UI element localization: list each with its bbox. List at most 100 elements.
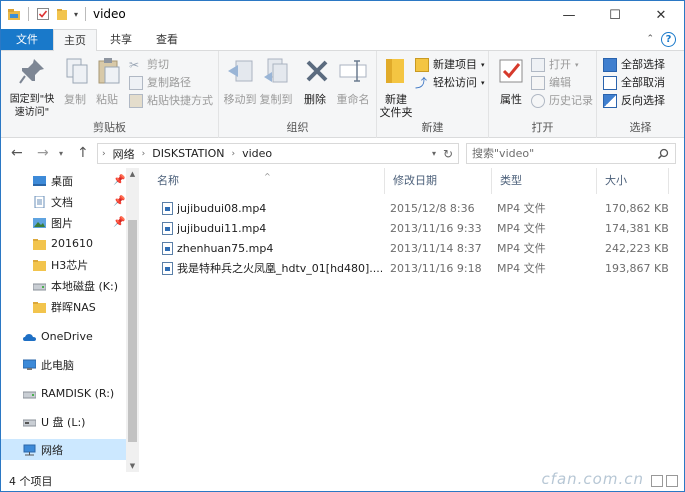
tab-home[interactable]: 主页 xyxy=(53,29,97,51)
nav-scrollbar[interactable]: ▲ ▼ xyxy=(126,168,139,472)
nav-item-this-pc[interactable]: 此电脑 xyxy=(1,354,126,375)
column-header-size[interactable]: 大小 xyxy=(597,168,669,194)
close-button[interactable]: ✕ xyxy=(638,1,684,29)
pin-icon[interactable]: 📌 xyxy=(113,175,125,186)
history-button[interactable]: 历史记录 xyxy=(531,92,593,110)
search-icon[interactable] xyxy=(657,148,669,160)
edit-label: 编辑 xyxy=(549,76,571,89)
column-header-type[interactable]: 类型 xyxy=(492,168,597,194)
scroll-up-icon[interactable]: ▲ xyxy=(126,170,139,178)
open-label: 打开 xyxy=(549,58,571,71)
view-switcher xyxy=(651,475,678,487)
invert-selection-button[interactable]: 反向选择 xyxy=(603,92,665,110)
nav-item-synology-nas[interactable]: 群晖NAS xyxy=(1,296,126,317)
search-input[interactable]: 搜索"video" xyxy=(466,143,676,164)
nav-item-label: RAMDISK (R:) xyxy=(41,387,115,400)
pin-icon[interactable]: 📌 xyxy=(113,196,125,207)
copy-path-icon xyxy=(129,76,143,90)
table-row[interactable]: zhenhuan75.mp4 2013/11/14 8:37 MP4 文件 24… xyxy=(149,238,669,259)
rename-button[interactable]: 重命名 xyxy=(333,55,373,106)
easy-access-button[interactable]: ⤴ 轻松访问 ▾ xyxy=(415,74,485,92)
delete-button[interactable]: 删除 xyxy=(301,55,329,106)
new-folder-button[interactable]: 新建 文件夹 xyxy=(379,55,413,119)
nav-item-label: 本地磁盘 (K:) xyxy=(51,279,118,293)
table-row[interactable]: 我是特种兵之火凤凰_hdtv_01[hd480].... 2013/11/16 … xyxy=(149,258,669,279)
breadcrumb-video[interactable]: video xyxy=(239,147,275,160)
tab-share[interactable]: 共享 xyxy=(99,29,143,50)
tab-file[interactable]: 文件 xyxy=(1,29,53,50)
copy-to-icon xyxy=(264,58,288,83)
move-to-button[interactable]: 移动到 xyxy=(223,55,257,106)
breadcrumb-diskstation[interactable]: DISKSTATION xyxy=(149,147,227,160)
scroll-down-icon[interactable]: ▼ xyxy=(126,462,139,470)
nav-item-h3-chip[interactable]: H3芯片 xyxy=(1,254,126,275)
status-bar: 4 个项目 cfan.com.cn xyxy=(1,470,684,491)
pin-quick-access-button[interactable]: 固定到"快速访问" xyxy=(5,55,59,119)
properties-check-icon[interactable] xyxy=(36,7,50,21)
nav-item-pictures[interactable]: 图片 📌 xyxy=(1,212,126,233)
nav-item-ramdisk-r[interactable]: RAMDISK (R:) xyxy=(1,383,126,404)
tab-view[interactable]: 查看 xyxy=(145,29,189,50)
mp4-file-icon xyxy=(162,242,173,255)
new-item-button[interactable]: 新建项目 ▾ xyxy=(415,56,485,74)
maximize-button[interactable]: ☐ xyxy=(592,1,638,29)
file-date: 2013/11/16 9:33 xyxy=(390,222,482,235)
minimize-button[interactable]: — xyxy=(546,1,592,29)
table-row[interactable]: jujibudui11.mp4 2013/11/16 9:33 MP4 文件 1… xyxy=(149,218,669,239)
address-bar[interactable]: › 网络 › DISKSTATION › video ▾ ↻ xyxy=(97,143,459,164)
copy-path-button[interactable]: 复制路径 xyxy=(129,74,191,92)
nav-item-documents[interactable]: 文档 📌 xyxy=(1,191,126,212)
paste-shortcut-icon xyxy=(129,94,143,108)
pin-icon xyxy=(19,59,44,84)
watermark: cfan.com.cn xyxy=(541,470,644,488)
file-size: 170,862 KB xyxy=(605,202,669,215)
nav-item-network[interactable]: 网络 xyxy=(1,439,126,460)
chevron-right-icon[interactable]: › xyxy=(228,149,240,159)
open-group-label: 打开 xyxy=(531,121,554,134)
qat-customize-icon[interactable]: ▾ xyxy=(74,10,78,19)
select-all-button[interactable]: 全部选择 xyxy=(603,56,665,74)
help-icon[interactable]: ? xyxy=(661,32,676,47)
back-arrow-icon[interactable]: ← xyxy=(11,145,23,161)
column-header-name[interactable]: 名称 ^ xyxy=(149,168,385,194)
ribbon-tabs: 文件 主页 共享 查看 ⌃ ? xyxy=(1,29,684,51)
edit-button[interactable]: 编辑 xyxy=(531,74,571,92)
up-arrow-icon[interactable]: ↑ xyxy=(77,145,89,161)
open-button[interactable]: 打开 ▾ xyxy=(531,56,579,74)
file-type: MP4 文件 xyxy=(497,262,546,275)
chevron-right-icon[interactable]: › xyxy=(138,149,150,159)
copy-to-button[interactable]: 复制到 xyxy=(259,55,293,106)
nav-item-201610[interactable]: 201610 xyxy=(1,233,126,254)
forward-arrow-icon[interactable]: → xyxy=(37,145,49,161)
cut-button[interactable]: ✂ 剪切 xyxy=(129,56,169,74)
nav-item-usb-l[interactable]: U 盘 (L:) xyxy=(1,411,126,432)
properties-button[interactable]: 属性 xyxy=(495,55,527,106)
pictures-icon xyxy=(33,217,46,228)
dropdown-arrow-icon: ▾ xyxy=(575,61,579,69)
refresh-icon[interactable]: ↻ xyxy=(443,147,453,161)
navigation-pane: 桌面 📌 文档 📌 图片 📌 201610 H3芯片 本地磁盘 (K:) 群晖N… xyxy=(1,168,139,472)
nav-item-desktop[interactable]: 桌面 📌 xyxy=(1,170,126,191)
paste-shortcut-button[interactable]: 粘贴快捷方式 xyxy=(129,92,213,110)
large-icons-view-icon[interactable] xyxy=(666,475,678,487)
mp4-file-icon xyxy=(162,222,173,235)
file-date: 2013/11/16 9:18 xyxy=(390,262,482,275)
recent-locations-icon[interactable]: ▾ xyxy=(59,149,63,158)
address-history-icon[interactable]: ▾ xyxy=(432,149,436,158)
scrollbar-thumb[interactable] xyxy=(128,220,137,442)
copy-path-label: 复制路径 xyxy=(147,76,191,89)
select-none-button[interactable]: 全部取消 xyxy=(603,74,665,92)
pin-icon[interactable]: 📌 xyxy=(113,217,125,228)
column-header-date[interactable]: 修改日期 xyxy=(385,168,492,194)
paste-label: 粘贴 xyxy=(96,93,118,106)
nav-item-onedrive[interactable]: OneDrive xyxy=(1,326,126,347)
breadcrumb-network[interactable]: 网络 xyxy=(110,146,138,162)
copy-button[interactable]: 复制 xyxy=(61,55,89,106)
new-folder-icon[interactable] xyxy=(55,7,69,21)
paste-button[interactable]: 粘贴 xyxy=(93,55,121,106)
details-view-icon[interactable] xyxy=(651,475,663,487)
move-to-icon xyxy=(228,60,253,82)
nav-item-local-disk-k[interactable]: 本地磁盘 (K:) xyxy=(1,275,126,296)
table-row[interactable]: jujibudui08.mp4 2015/12/8 8:36 MP4 文件 17… xyxy=(149,198,669,219)
ribbon-collapse-icon[interactable]: ⌃ xyxy=(646,34,654,44)
